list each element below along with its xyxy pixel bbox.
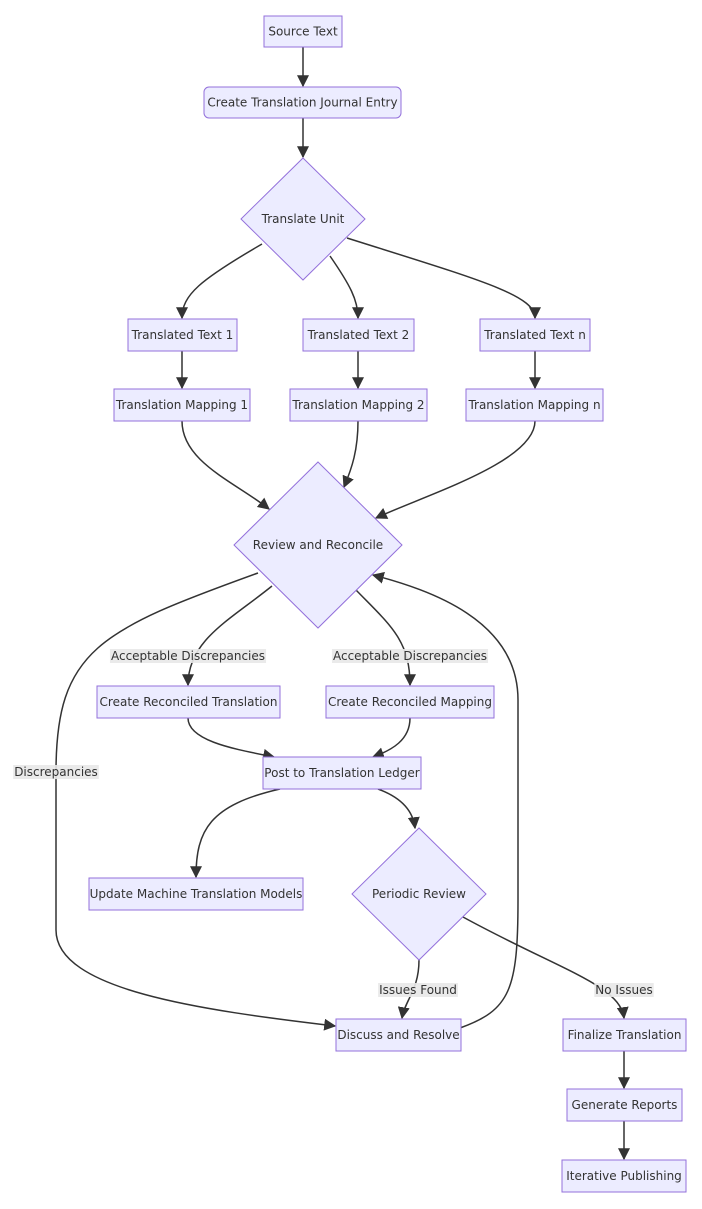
edge-label: Acceptable Discrepancies	[331, 649, 489, 663]
edge-label: No Issues	[594, 983, 654, 997]
node-label: Translated Text n	[483, 328, 586, 342]
node-label: Translation Mapping 1	[115, 398, 248, 412]
node-review: Review and Reconcile	[233, 461, 403, 629]
node-label: Post to Translation Ledger	[264, 766, 419, 780]
node-final: Finalize Translation	[562, 1018, 687, 1052]
node-t2: Translated Text 2	[302, 318, 415, 352]
node-m2: Translation Mapping 2	[289, 388, 428, 422]
edge-label-text: No Issues	[595, 983, 652, 997]
edge-post-to-update	[190, 788, 281, 879]
node-label: Source Text	[268, 25, 338, 39]
edge-label: Discrepancies	[13, 765, 99, 779]
node-crm: Create Reconciled Mapping	[325, 685, 495, 719]
node-label: Periodic Review	[372, 887, 466, 901]
node-label: Translated Text 1	[131, 328, 234, 342]
node-post: Post to Translation Ledger	[262, 756, 422, 790]
node-label: Translation Mapping n	[467, 398, 600, 412]
edge-m2-to-review	[342, 420, 359, 489]
edge-crm-to-post	[371, 717, 411, 759]
node-crt: Create Reconciled Translation	[96, 685, 281, 719]
node-label: Create Translation Journal Entry	[207, 96, 397, 110]
edge-discuss-to-review	[371, 571, 519, 1029]
node-label: Discuss and Resolve	[337, 1028, 459, 1042]
node-label: Generate Reports	[572, 1098, 678, 1112]
edge-m1-to-review	[181, 420, 270, 510]
node-label: Review and Reconcile	[253, 538, 383, 552]
edge-review-to-crm	[355, 589, 416, 687]
edge-mn-to-review	[374, 420, 536, 519]
edge-periodic-to-final	[462, 916, 629, 1020]
flowchart: Acceptable Discrepancies Acceptable Discr…	[13, 15, 687, 1193]
node-discuss: Discuss and Resolve	[335, 1018, 462, 1052]
edge-post-to-periodic	[377, 788, 420, 830]
edge-label-text: Discrepancies	[14, 765, 98, 779]
edge-label: Issues Found	[378, 983, 458, 997]
node-label: Create Reconciled Mapping	[328, 695, 492, 709]
node-t1: Translated Text 1	[127, 318, 238, 352]
node-periodic: Periodic Review	[351, 827, 487, 961]
edge-label: Acceptable Discrepancies	[109, 649, 267, 663]
edge-label-text: Acceptable Discrepancies	[111, 649, 265, 663]
edge-review-to-crt	[182, 585, 273, 687]
node-label: Translated Text 2	[307, 328, 410, 342]
edge-unit-to-tn	[346, 237, 541, 320]
node-label: Create Reconciled Translation	[100, 695, 278, 709]
node-mn: Translation Mapping n	[465, 388, 604, 422]
node-m1: Translation Mapping 1	[113, 388, 251, 422]
node-unit: Translate Unit	[240, 157, 366, 281]
node-label: Translation Mapping 2	[291, 398, 424, 412]
edge-label-text: Acceptable Discrepancies	[333, 649, 487, 663]
edge-review-to-discuss	[55, 572, 337, 1031]
node-update: Update Machine Translation Models	[88, 877, 304, 911]
node-publish: Iterative Publishing	[561, 1159, 687, 1193]
edge-label-text: Issues Found	[379, 983, 457, 997]
node-label: Update Machine Translation Models	[90, 887, 303, 901]
node-src: Source Text	[263, 15, 343, 48]
node-label: Translate Unit	[261, 212, 345, 226]
node-journal: Create Translation Journal Entry	[203, 86, 402, 119]
node-label: Iterative Publishing	[566, 1169, 682, 1183]
edge-unit-to-t2	[329, 255, 364, 320]
node-reports: Generate Reports	[566, 1088, 683, 1122]
node-tn: Translated Text n	[479, 318, 591, 352]
edge-crt-to-post	[187, 717, 276, 761]
edge-unit-to-t1	[176, 243, 263, 320]
node-label: Finalize Translation	[568, 1028, 682, 1042]
